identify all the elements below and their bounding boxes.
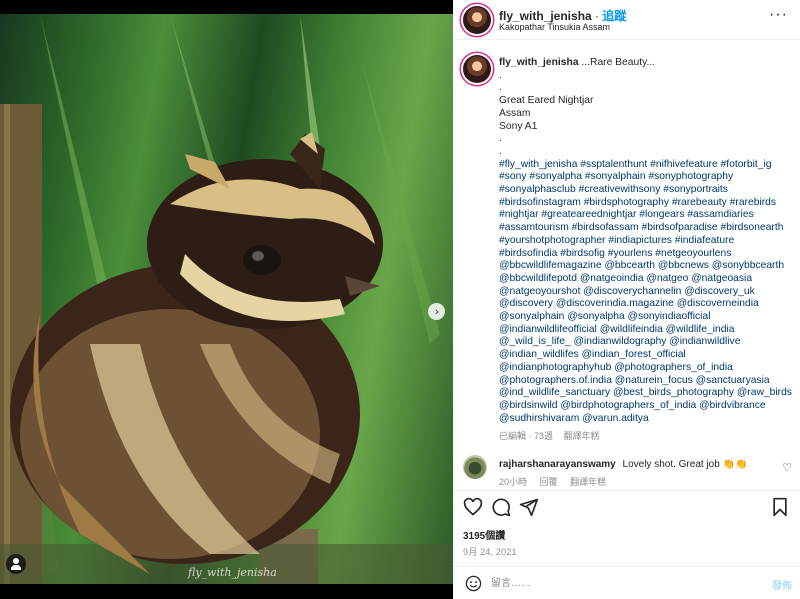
caption-line-5: Sony A1 [499, 120, 538, 132]
comment-age[interactable]: 20小時 [499, 477, 527, 487]
post-image-pane: fly_with_jenisha › [0, 0, 453, 599]
author-username-text[interactable]: fly_with_jenisha [499, 9, 592, 23]
commenter-avatar[interactable] [463, 455, 487, 479]
caption-line-15[interactable]: #birdsofindia #birdsofig #yourlens #netg… [499, 248, 791, 261]
comment-bubble-icon[interactable] [491, 497, 511, 517]
caption-line-11[interactable]: #birdsofinstagram #birdsphotography #rar… [499, 197, 791, 210]
caption-line-23[interactable]: @indian_wildlifes @indian_forest_officia… [499, 349, 791, 362]
comment-input[interactable] [491, 575, 731, 592]
caption-line-0: fly_with_jenisha ...Rare Beauty... [499, 57, 791, 70]
like-heart-icon[interactable] [463, 497, 483, 517]
follow-button[interactable]: 追蹤 [602, 9, 626, 23]
comment-meta: 20小時 回覆 翻譯年糕 [499, 475, 606, 488]
share-send-icon[interactable] [519, 497, 539, 517]
caption-line-17[interactable]: @bbcwildlifepotd @natgeoindia @natgeo @n… [499, 273, 791, 286]
caption-line-12[interactable]: #nightjar #greateareednightjar #longears… [499, 209, 791, 222]
post-header: fly_with_jenisha · 追蹤 Kakopathar Tinsuki… [453, 0, 800, 40]
caption-line-8[interactable]: #fly_with_jenisha #ssptalenthunt #nifhiv… [499, 159, 791, 172]
image-watermark: fly_with_jenisha [188, 566, 277, 579]
caption-line-18[interactable]: @natgeoyourshot @discoverychannelin @dis… [499, 286, 791, 299]
caption-translate-link[interactable]: 翻譯年糕 [564, 431, 600, 441]
more-horizontal-icon: ··· [769, 6, 788, 23]
caption-line-20[interactable]: @sonyalphain @sonyalpha @sonyindiaoffici… [499, 311, 791, 324]
caption-line-3: Great Eared Nightjar [499, 95, 594, 107]
comment-translate-link[interactable]: 翻譯年糕 [570, 477, 606, 487]
caption-line-28[interactable]: @sudhirshivaram @varun.aditya [499, 413, 791, 426]
caption-line-13[interactable]: #assamtourism #birdsofassam #birdsofpara… [499, 222, 791, 235]
caption-meta: 已編輯 · 73週 翻譯年糕 [499, 431, 600, 441]
caption-author-avatar[interactable] [463, 55, 491, 83]
caption-line-10[interactable]: #sonyalphasclub #creativewithsony #sonyp… [499, 184, 791, 197]
comment-like-icon[interactable]: ♡ [782, 461, 792, 474]
caption-line-7: . [499, 145, 502, 157]
user-tag-icon[interactable] [6, 554, 26, 574]
caption-line-6: . [499, 133, 502, 145]
caption-line-25[interactable]: @photographers.of.india @naturein_focus … [499, 375, 791, 388]
caption-age[interactable]: 73週 [534, 431, 553, 441]
caption-section: fly_with_jenisha ...Rare Beauty... .. Gre… [453, 41, 800, 441]
add-comment-bar: 發佈 [453, 566, 800, 599]
comment-item: rajharshanarayanswamy Lovely shot. Great… [453, 455, 800, 490]
more-options-button[interactable]: ··· [769, 7, 788, 23]
caption-line-24[interactable]: @indianphotographyhub @photographers_of_… [499, 362, 791, 375]
commenter-username[interactable]: rajharshanarayanswamy [499, 459, 616, 470]
next-image-button[interactable]: › [428, 303, 445, 320]
post-comment-button[interactable]: 發佈 [772, 577, 792, 592]
edited-label: 已編輯 [499, 431, 527, 441]
reply-button[interactable]: 回覆 [540, 477, 558, 487]
caption-text: fly_with_jenisha ...Rare Beauty... .. Gre… [499, 57, 792, 426]
caption-line-16[interactable]: @bbcwildlifemagazine @bbcearth @bbcnews … [499, 260, 791, 273]
caption-line-21[interactable]: @indianwildlifeofficial @wildlifeindia @… [499, 324, 791, 337]
caption-line-1: . [499, 69, 502, 81]
comment-body: rajharshanarayanswamy Lovely shot. Great… [499, 459, 747, 470]
author-avatar[interactable] [463, 6, 491, 34]
comment-text: Lovely shot. Great job 👏👏 [622, 459, 748, 470]
post-photo[interactable]: fly_with_jenisha › [0, 14, 453, 584]
post-location[interactable]: Kakopathar Tinsukia Assam [499, 22, 610, 32]
bird-illustration [0, 14, 453, 584]
caption-line-4: Assam [499, 107, 531, 119]
caption-line-22[interactable]: @_wild_is_life_ @indianwildography @indi… [499, 336, 791, 349]
caption-line-9[interactable]: #sony #sonyalpha #sonyalphain #sonyphoto… [499, 171, 791, 184]
save-bookmark-icon[interactable] [770, 497, 790, 517]
caption-author-username[interactable]: fly_with_jenisha [499, 57, 579, 68]
caption-line-2: . [499, 82, 502, 94]
caption-line-27[interactable]: @birdsinwild @birdphotographers_of_india… [499, 400, 791, 413]
chevron-right-icon: › [434, 305, 440, 318]
caption-line-19[interactable]: @discovery @discoverindia.magazine @disc… [499, 298, 791, 311]
caption-line-text: ...Rare Beauty... [581, 57, 656, 68]
post-date[interactable]: 9月 24, 2021 [463, 545, 517, 558]
emoji-icon[interactable] [465, 575, 482, 592]
post-sidebar: fly_with_jenisha · 追蹤 Kakopathar Tinsuki… [453, 0, 800, 599]
caption-line-14[interactable]: #yourshotphotographer #indiapictures #in… [499, 235, 791, 248]
caption-line-26[interactable]: @ind_wildlife_sanctuary @best_birds_phot… [499, 387, 792, 400]
likes-count[interactable]: 3195個讚 [463, 527, 505, 542]
